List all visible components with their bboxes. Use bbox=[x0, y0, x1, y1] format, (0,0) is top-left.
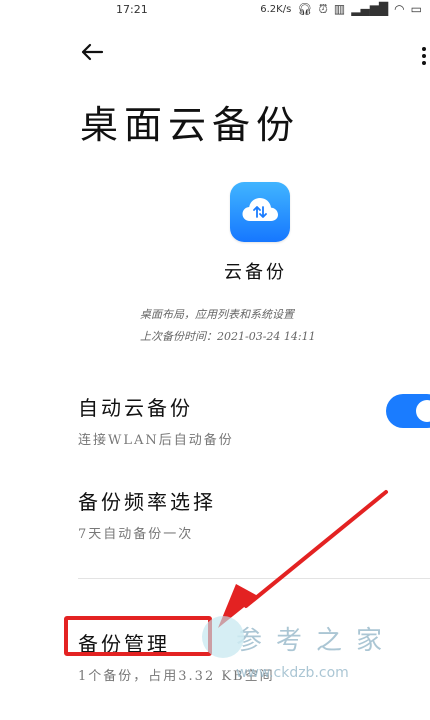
arrow-left-icon bbox=[81, 43, 104, 61]
watermark-chinese: 参考之家 bbox=[236, 626, 397, 656]
cloud-sync-icon bbox=[230, 182, 290, 242]
auto-backup-setting[interactable]: 自动云备份 连接WLAN后自动备份 bbox=[78, 392, 430, 448]
network-speed: 6.2K/s bbox=[260, 3, 292, 15]
watermark: 参考之家 www.ckdzb.com bbox=[202, 616, 397, 681]
auto-backup-toggle[interactable] bbox=[386, 394, 430, 428]
alarm-icon: ⏰︎ bbox=[318, 2, 328, 16]
watermark-logo bbox=[202, 616, 244, 658]
backup-frequency-title: 备份频率选择 bbox=[78, 490, 216, 514]
last-backup-time: 上次备份时间：2021-03-24 14:11 bbox=[140, 330, 316, 343]
backup-frequency-setting[interactable]: 备份频率选择 7天自动备份一次 bbox=[78, 486, 430, 542]
headset-icon: 🎧︎ bbox=[297, 2, 313, 16]
page-title: 桌面云备份 bbox=[80, 103, 301, 147]
hd-icon: ▥ bbox=[333, 2, 346, 16]
wifi-icon: ◠ bbox=[394, 2, 405, 16]
app-name: 云备份 bbox=[224, 262, 287, 283]
status-icons: 6.2K/s 🎧︎ ⏰︎ ▥ ▂▄▆█ ◠ ▭ bbox=[260, 3, 422, 15]
auto-backup-title: 自动云备份 bbox=[78, 396, 193, 420]
back-button[interactable] bbox=[78, 38, 106, 66]
battery-icon: ▭ bbox=[410, 2, 422, 16]
more-vertical-icon bbox=[422, 47, 426, 65]
toggle-knob bbox=[416, 400, 430, 422]
status-bar: 17:21 6.2K/s 🎧︎ ⏰︎ ▥ ▂▄▆█ ◠ ▭ bbox=[0, 0, 430, 22]
auto-backup-subtitle: 连接WLAN后自动备份 bbox=[78, 433, 234, 448]
status-time: 17:21 bbox=[116, 3, 148, 16]
backup-frequency-subtitle: 7天自动备份一次 bbox=[78, 527, 194, 542]
watermark-url: www.ckdzb.com bbox=[236, 665, 349, 681]
section-divider bbox=[78, 578, 430, 579]
signal-icon: ▂▄▆█ bbox=[351, 2, 389, 16]
highlight-box bbox=[64, 616, 212, 656]
app-description: 桌面布局，应用列表和系统设置 bbox=[140, 308, 294, 321]
cloud-shape bbox=[242, 198, 278, 221]
more-button[interactable] bbox=[418, 42, 430, 70]
